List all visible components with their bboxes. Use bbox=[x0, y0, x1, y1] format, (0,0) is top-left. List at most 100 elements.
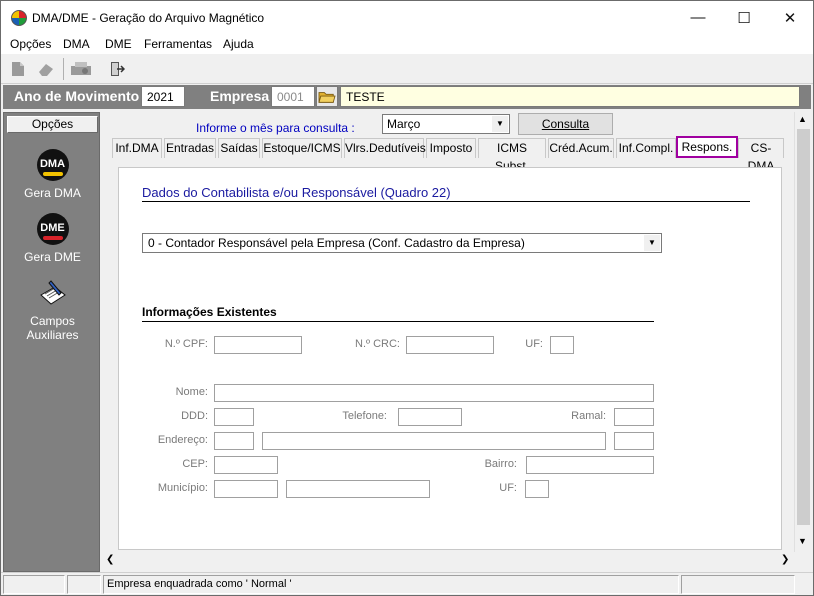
uf2-field[interactable] bbox=[525, 480, 549, 498]
status-text: Empresa enquadrada como ' Normal ' bbox=[103, 575, 679, 594]
gera-dme-label: Gera DME bbox=[24, 250, 81, 264]
bairro-field[interactable] bbox=[526, 456, 654, 474]
status-cell-1 bbox=[3, 575, 65, 594]
app-icon bbox=[11, 10, 27, 26]
notepad-pencil-icon bbox=[39, 280, 66, 305]
info-title: Informações Existentes bbox=[142, 305, 277, 319]
window-title: DMA/DME - Geração do Arquivo Magnético bbox=[32, 11, 265, 25]
consulta-button[interactable]: Consulta bbox=[518, 113, 613, 135]
chevron-down-icon[interactable]: ▼ bbox=[644, 235, 660, 251]
crc-label: N.º CRC: bbox=[355, 338, 400, 350]
responsavel-select[interactable]: 0 - Contador Responsável pela Empresa (C… bbox=[142, 233, 662, 253]
gera-dma-label: Gera DMA bbox=[24, 186, 81, 200]
header-bar: Ano de Movimento 2021 Empresa 0001 TESTE bbox=[3, 85, 811, 109]
chevron-left-icon[interactable]: ❮ bbox=[106, 554, 114, 565]
main-window: DMA/DME - Geração do Arquivo Magnético —… bbox=[0, 0, 814, 596]
gera-dme-button[interactable]: DME Gera DME bbox=[4, 213, 101, 264]
menu-opcoes[interactable]: Opções bbox=[10, 37, 51, 51]
info-divider bbox=[142, 321, 654, 322]
municipio-code-field[interactable] bbox=[214, 480, 278, 498]
month-select-value: Março bbox=[387, 117, 421, 131]
tab-cs-dma[interactable]: CS-DMA bbox=[738, 138, 784, 173]
empresa-label: Empresa bbox=[210, 88, 270, 104]
new-document-icon[interactable] bbox=[9, 60, 27, 78]
gera-dma-button[interactable]: DMA Gera DMA bbox=[4, 149, 101, 200]
options-tab[interactable]: Opções bbox=[7, 116, 98, 133]
telefone-label: Telefone: bbox=[342, 410, 387, 422]
campos-auxiliares-label: Campos Auxiliares bbox=[26, 314, 79, 342]
cpf-field[interactable] bbox=[214, 336, 302, 354]
close-button[interactable]: ✕ bbox=[767, 1, 813, 34]
cep-field[interactable] bbox=[214, 456, 278, 474]
uf-label: UF: bbox=[525, 338, 543, 350]
menu-dme[interactable]: DME bbox=[105, 37, 132, 51]
endereco-tipo-field[interactable] bbox=[214, 432, 254, 450]
endereco-numero-field[interactable] bbox=[614, 432, 654, 450]
tab-icms-subst[interactable]: ICMS Subst. bbox=[478, 138, 546, 173]
tab-imposto[interactable]: Imposto bbox=[426, 138, 476, 158]
vertical-scrollbar[interactable]: ▲ ▼ bbox=[794, 112, 811, 552]
tab-inf-compl[interactable]: Inf.Compl. bbox=[616, 138, 676, 158]
telefone-field[interactable] bbox=[398, 408, 462, 426]
dma-icon: DMA bbox=[36, 149, 69, 181]
cep-label: CEP: bbox=[182, 458, 208, 470]
title-bar: DMA/DME - Geração do Arquivo Magnético —… bbox=[1, 1, 813, 34]
uf-field[interactable] bbox=[550, 336, 574, 354]
menu-dma[interactable]: DMA bbox=[63, 37, 90, 51]
chevron-down-icon[interactable]: ▼ bbox=[798, 536, 807, 546]
endereco-field[interactable] bbox=[262, 432, 606, 450]
ano-field[interactable]: 2021 bbox=[141, 86, 185, 107]
toolbar-separator bbox=[63, 58, 64, 80]
section-title: Dados do Contabilista e/ou Responsável (… bbox=[142, 185, 451, 200]
municipio-label: Município: bbox=[157, 482, 208, 494]
tab-saidas[interactable]: Saídas bbox=[218, 138, 260, 158]
menu-bar: Opções DMA DME Ferramentas Ajuda bbox=[1, 34, 813, 54]
cpf-label: N.º CPF: bbox=[164, 338, 208, 350]
section-divider bbox=[142, 201, 750, 202]
chevron-right-icon[interactable]: ❯ bbox=[781, 554, 789, 565]
exit-door-icon[interactable] bbox=[107, 60, 125, 78]
crc-field[interactable] bbox=[406, 336, 494, 354]
chevron-up-icon[interactable]: ▲ bbox=[798, 114, 807, 124]
uf2-label: UF: bbox=[499, 482, 517, 494]
status-cell-2 bbox=[67, 575, 101, 594]
menu-ferramentas[interactable]: Ferramentas bbox=[144, 37, 212, 51]
options-panel: Opções DMA Gera DMA DME Gera DME Campos … bbox=[3, 112, 100, 572]
bairro-label: Bairro: bbox=[484, 458, 517, 470]
consulta-label: Informe o mês para consulta : bbox=[196, 121, 355, 135]
eraser-icon[interactable] bbox=[37, 60, 55, 78]
status-bar: Empresa enquadrada como ' Normal ' bbox=[1, 572, 813, 595]
endereco-label: Endereço: bbox=[157, 434, 208, 446]
maximize-button[interactable]: ☐ bbox=[721, 1, 767, 34]
menu-ajuda[interactable]: Ajuda bbox=[223, 37, 254, 51]
ddd-label: DDD: bbox=[181, 410, 208, 422]
empresa-name-field: TESTE bbox=[340, 86, 800, 107]
horizontal-scrollbar[interactable]: ❮ ❯ bbox=[103, 552, 793, 569]
nome-field[interactable] bbox=[214, 384, 654, 402]
status-cell-4 bbox=[681, 575, 795, 594]
vertical-scroll-thumb[interactable] bbox=[797, 129, 810, 525]
minimize-button[interactable]: — bbox=[675, 1, 721, 34]
tab-cred-acum[interactable]: Créd.Acum. bbox=[548, 138, 614, 158]
tab-inf-dma[interactable]: Inf.DMA bbox=[112, 138, 162, 158]
ano-label: Ano de Movimento bbox=[14, 88, 140, 104]
folder-icon bbox=[318, 92, 336, 103]
ddd-field[interactable] bbox=[214, 408, 254, 426]
toolbar bbox=[1, 54, 813, 84]
empresa-code-field[interactable]: 0001 bbox=[271, 86, 315, 107]
campos-auxiliares-button[interactable]: Campos Auxiliares bbox=[4, 277, 101, 342]
chevron-down-icon[interactable]: ▼ bbox=[492, 116, 508, 132]
tab-vlrs-dedutiveis[interactable]: Vlrs.Dedutíveis bbox=[344, 138, 426, 158]
ramal-label: Ramal: bbox=[571, 410, 606, 422]
printer-icon[interactable] bbox=[69, 60, 93, 78]
municipio-field[interactable] bbox=[286, 480, 430, 498]
nome-label: Nome: bbox=[175, 386, 208, 398]
responsavel-select-value: 0 - Contador Responsável pela Empresa (C… bbox=[148, 236, 525, 250]
tab-estoque-icms[interactable]: Estoque/ICMS bbox=[262, 138, 342, 158]
tab-respons[interactable]: Respons. bbox=[676, 136, 738, 158]
ramal-field[interactable] bbox=[614, 408, 654, 426]
tab-entradas[interactable]: Entradas bbox=[164, 138, 216, 158]
open-folder-button[interactable] bbox=[316, 86, 338, 107]
dme-icon: DME bbox=[36, 213, 69, 245]
month-select[interactable]: Março ▼ bbox=[382, 114, 510, 134]
